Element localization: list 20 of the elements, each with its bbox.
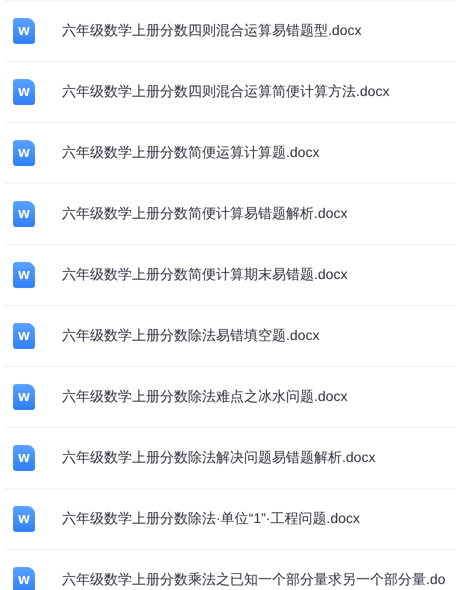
- word-file-icon: W: [13, 445, 35, 471]
- word-file-icon: W: [13, 18, 35, 44]
- word-file-icon: W: [13, 140, 35, 166]
- file-name[interactable]: 六年级数学上册分数简便计算易错题解析.docx: [62, 205, 348, 223]
- file-name[interactable]: 六年级数学上册分数除法难点之冰水问题.docx: [62, 388, 348, 406]
- file-name[interactable]: 六年级数学上册分数乘法之已知一个部分量求另一个部分量.do: [62, 571, 446, 589]
- word-file-icon: W: [13, 506, 35, 532]
- file-name[interactable]: 六年级数学上册分数四则混合运算简便计算方法.docx: [62, 83, 390, 101]
- word-file-icon: W: [13, 201, 35, 227]
- file-name[interactable]: 六年级数学上册分数四则混合运算易错题型.docx: [62, 22, 362, 40]
- word-file-icon: W: [13, 384, 35, 410]
- file-name[interactable]: 六年级数学上册分数除法·单位“1”·工程问题.docx: [62, 510, 360, 528]
- file-name[interactable]: 六年级数学上册分数除法易错填空题.docx: [62, 327, 320, 345]
- file-name[interactable]: 六年级数学上册分数简便运算计算题.docx: [62, 144, 320, 162]
- file-name[interactable]: 六年级数学上册分数除法解决问题易错题解析.docx: [62, 449, 376, 467]
- word-file-icon: W: [13, 567, 35, 590]
- word-file-icon: W: [13, 79, 35, 105]
- word-file-icon: W: [13, 323, 35, 349]
- file-name[interactable]: 六年级数学上册分数简便计算期末易错题.docx: [62, 266, 348, 284]
- word-file-icon: W: [13, 262, 35, 288]
